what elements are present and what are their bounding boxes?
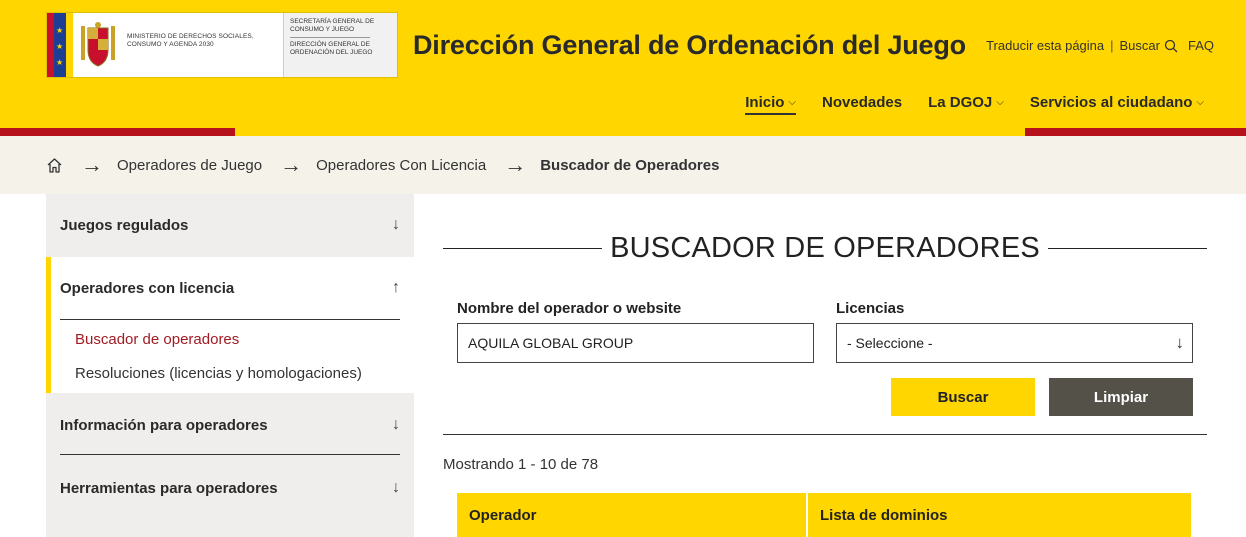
- licencias-select[interactable]: - Seleccione - ↓: [836, 323, 1193, 363]
- flag-icon: ★ ★ ★: [47, 13, 73, 77]
- licencias-label: Licencias: [836, 300, 905, 317]
- sidebar-item-label: Operadores con licencia: [60, 279, 235, 297]
- faq-link[interactable]: FAQ: [1188, 38, 1214, 53]
- search-link[interactable]: Buscar: [1120, 38, 1160, 53]
- sidebar-item-juegos-regulados[interactable]: Juegos regulados ↓: [60, 216, 400, 234]
- arrow-right-icon: →: [81, 152, 103, 177]
- search-button[interactable]: Buscar: [891, 378, 1035, 416]
- site-header: ★ ★ ★ Ministerio de Derechos Sociales, Con…: [0, 0, 1246, 128]
- column-header-dominios[interactable]: Lista de dominios: [808, 493, 1191, 537]
- nav-label: Inicio: [745, 94, 785, 111]
- breadcrumb-current: Buscador de Operadores: [540, 156, 720, 174]
- nav-label: Servicios al ciudadano: [1029, 94, 1193, 111]
- nav-item-novedades[interactable]: Novedades: [822, 94, 902, 115]
- sidebar-item-operadores-licencia[interactable]: Operadores con licencia ↑: [60, 279, 400, 297]
- breadcrumb: → Operadores de Juego → Operadores Con L…: [0, 136, 1246, 194]
- direccion-name: Dirección General de Ordenación del Jueg…: [290, 41, 373, 56]
- nav-item-servicios[interactable]: Servicios al ciudadano ⌵: [1030, 94, 1204, 115]
- nav-item-la-dgoj[interactable]: La DGOJ ⌵: [928, 94, 1004, 115]
- sidebar-item-informacion[interactable]: Información para operadores ↓: [60, 416, 400, 434]
- nav-item-inicio[interactable]: Inicio ⌵: [745, 94, 797, 115]
- header-red-stripe-left: [0, 128, 235, 136]
- search-icon[interactable]: [1164, 39, 1178, 53]
- arrow-down-icon: ↓: [1175, 333, 1185, 352]
- operator-search-input[interactable]: [457, 323, 814, 363]
- government-logo[interactable]: ★ ★ ★ Ministerio de Derechos Sociales, Con…: [46, 12, 398, 78]
- arrow-right-icon: →: [280, 152, 303, 177]
- arrow-right-icon: →: [504, 152, 527, 177]
- divider: [60, 454, 400, 455]
- sidebar-item-label: Herramientas para operadores: [60, 479, 278, 497]
- home-icon[interactable]: [46, 157, 63, 174]
- secretaria-name: Secretaría General de Consumo y Juego: [290, 18, 375, 33]
- active-indicator: [46, 257, 51, 393]
- chevron-down-icon: ⌵: [788, 97, 797, 108]
- sidebar-item-label: Juegos regulados: [60, 216, 189, 234]
- licencias-selected-value: - Seleccione -: [847, 335, 933, 351]
- site-title[interactable]: Dirección General de Ordenación del Jueg…: [413, 30, 966, 61]
- results-table-header: Operador Lista de dominios: [457, 493, 1191, 537]
- arrow-down-icon: ↓: [392, 216, 400, 233]
- page-title-block: BUSCADOR DE OPERADORES: [443, 228, 1208, 268]
- header-red-stripe-right: [1025, 128, 1246, 136]
- sidebar-subitem-buscador[interactable]: Buscador de operadores: [75, 331, 239, 348]
- separator: |: [1110, 38, 1114, 53]
- header-yellow-stripe: [235, 128, 1025, 136]
- main-nav: Inicio ⌵ Novedades La DGOJ ⌵ Servicios a…: [745, 94, 1204, 115]
- sidebar: Juegos regulados ↓ Operadores con licenc…: [46, 194, 414, 537]
- nav-label: Novedades: [822, 94, 903, 111]
- chevron-down-icon: ⌵: [996, 97, 1004, 108]
- nav-label: La DGOJ: [928, 94, 993, 111]
- arrow-down-icon: ↓: [392, 416, 400, 433]
- sidebar-item-label: Información para operadores: [60, 416, 268, 434]
- ministry-name: Ministerio de Derechos Sociales, Consumo…: [127, 33, 254, 48]
- sidebar-subitem-resoluciones[interactable]: Resoluciones (licencias y homologaciones…: [75, 365, 362, 382]
- results-count: Mostrando 1 - 10 de 78: [443, 456, 599, 473]
- coat-of-arms-icon: [73, 13, 123, 77]
- page-title: BUSCADOR DE OPERADORES: [610, 231, 1040, 264]
- title-rule-right: [1047, 247, 1208, 249]
- chevron-down-icon: ⌵: [1196, 97, 1204, 108]
- sidebar-item-herramientas[interactable]: Herramientas para operadores ↓: [60, 479, 400, 497]
- sub-agency-box: Secretaría General de Consumo y Juego Di…: [283, 13, 397, 77]
- divider: [443, 434, 1207, 435]
- column-header-operador[interactable]: Operador: [457, 493, 808, 537]
- translate-link[interactable]: Traducir esta página: [986, 38, 1104, 53]
- top-links: Traducir esta página | Buscar FAQ: [986, 38, 1214, 53]
- breadcrumb-item[interactable]: Operadores Con Licencia: [316, 157, 486, 174]
- title-rule-left: [443, 247, 603, 249]
- clear-button[interactable]: Limpiar: [1049, 378, 1193, 416]
- arrow-down-icon: ↓: [392, 479, 400, 496]
- sidebar-open-section: Operadores con licencia ↑ Buscador de op…: [46, 257, 414, 393]
- operator-label: Nombre del operador o website: [457, 300, 682, 317]
- breadcrumb-item[interactable]: Operadores de Juego: [117, 157, 262, 174]
- arrow-up-icon: ↑: [392, 279, 400, 296]
- divider: [60, 319, 400, 320]
